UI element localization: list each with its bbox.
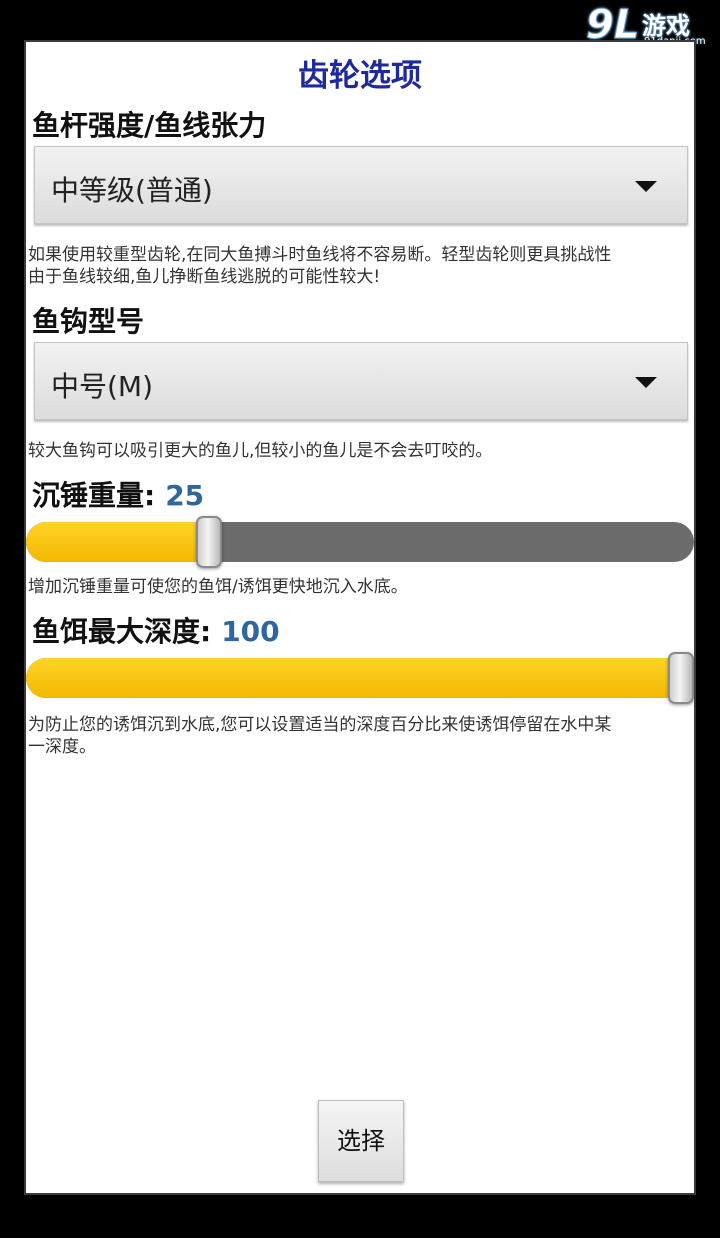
slider-fill [26, 658, 681, 698]
bait-depth-label-text: 鱼饵最大深度: [32, 615, 212, 648]
rod-strength-dropdown[interactable]: 中等级(普通) [34, 146, 688, 224]
dropdown-arrow-icon [635, 377, 657, 388]
hook-size-selected: 中号(M) [51, 370, 154, 403]
depth-description-line-2: 一深度。 [28, 737, 96, 757]
bait-depth-description: 为防止您的诱饵沉到水底,您可以设置适当的深度百分比来使诱饵停留在水中某 一深度。 [28, 714, 694, 758]
depth-description-line-1: 为防止您的诱饵沉到水底,您可以设置适当的深度百分比来使诱饵停留在水中某 [28, 715, 612, 735]
rod-description-line-2: 由于鱼线较细,鱼儿挣断鱼线逃脱的可能性较大! [28, 267, 381, 287]
bait-depth-value: 100 [221, 615, 280, 648]
bait-depth-slider[interactable] [26, 652, 694, 704]
dropdown-arrow-icon [635, 181, 657, 192]
hook-size-label: 鱼钩型号 [32, 305, 145, 338]
slider-track[interactable] [26, 658, 694, 698]
select-button[interactable]: 选择 [318, 1100, 404, 1182]
slider-fill [26, 522, 210, 562]
hook-size-description: 较大鱼钩可以吸引更大的鱼儿,但较小的鱼儿是不会去叮咬的。 [28, 441, 493, 461]
rod-description-line-1: 如果使用较重型齿轮,在同大鱼搏斗时鱼线将不容易断。轻型齿轮则更具挑战性 [28, 245, 612, 265]
sinker-weight-label-text: 沉锤重量: [32, 479, 156, 512]
rod-strength-label: 鱼杆强度/鱼线张力 [32, 109, 267, 142]
rod-strength-description: 如果使用较重型齿轮,在同大鱼搏斗时鱼线将不容易断。轻型齿轮则更具挑战性 由于鱼线… [28, 244, 694, 288]
slider-thumb[interactable] [668, 652, 694, 704]
gear-options-dialog: 齿轮选项 鱼杆强度/鱼线张力 中等级(普通) 如果使用较重型齿轮,在同大鱼搏斗时… [24, 40, 696, 1195]
sinker-weight-description: 增加沉锤重量可使您的鱼饵/诱饵更快地沉入水底。 [28, 577, 408, 597]
rod-strength-selected: 中等级(普通) [51, 174, 213, 207]
slider-track[interactable] [26, 522, 694, 562]
sinker-weight-slider[interactable] [26, 516, 694, 568]
sinker-weight-value: 25 [165, 479, 205, 512]
slider-thumb[interactable] [196, 516, 223, 568]
sinker-weight-label: 沉锤重量: 25 [32, 474, 204, 514]
bait-depth-label: 鱼饵最大深度: 100 [32, 610, 280, 650]
hook-size-dropdown[interactable]: 中号(M) [34, 342, 688, 420]
dialog-title: 齿轮选项 [298, 58, 422, 94]
